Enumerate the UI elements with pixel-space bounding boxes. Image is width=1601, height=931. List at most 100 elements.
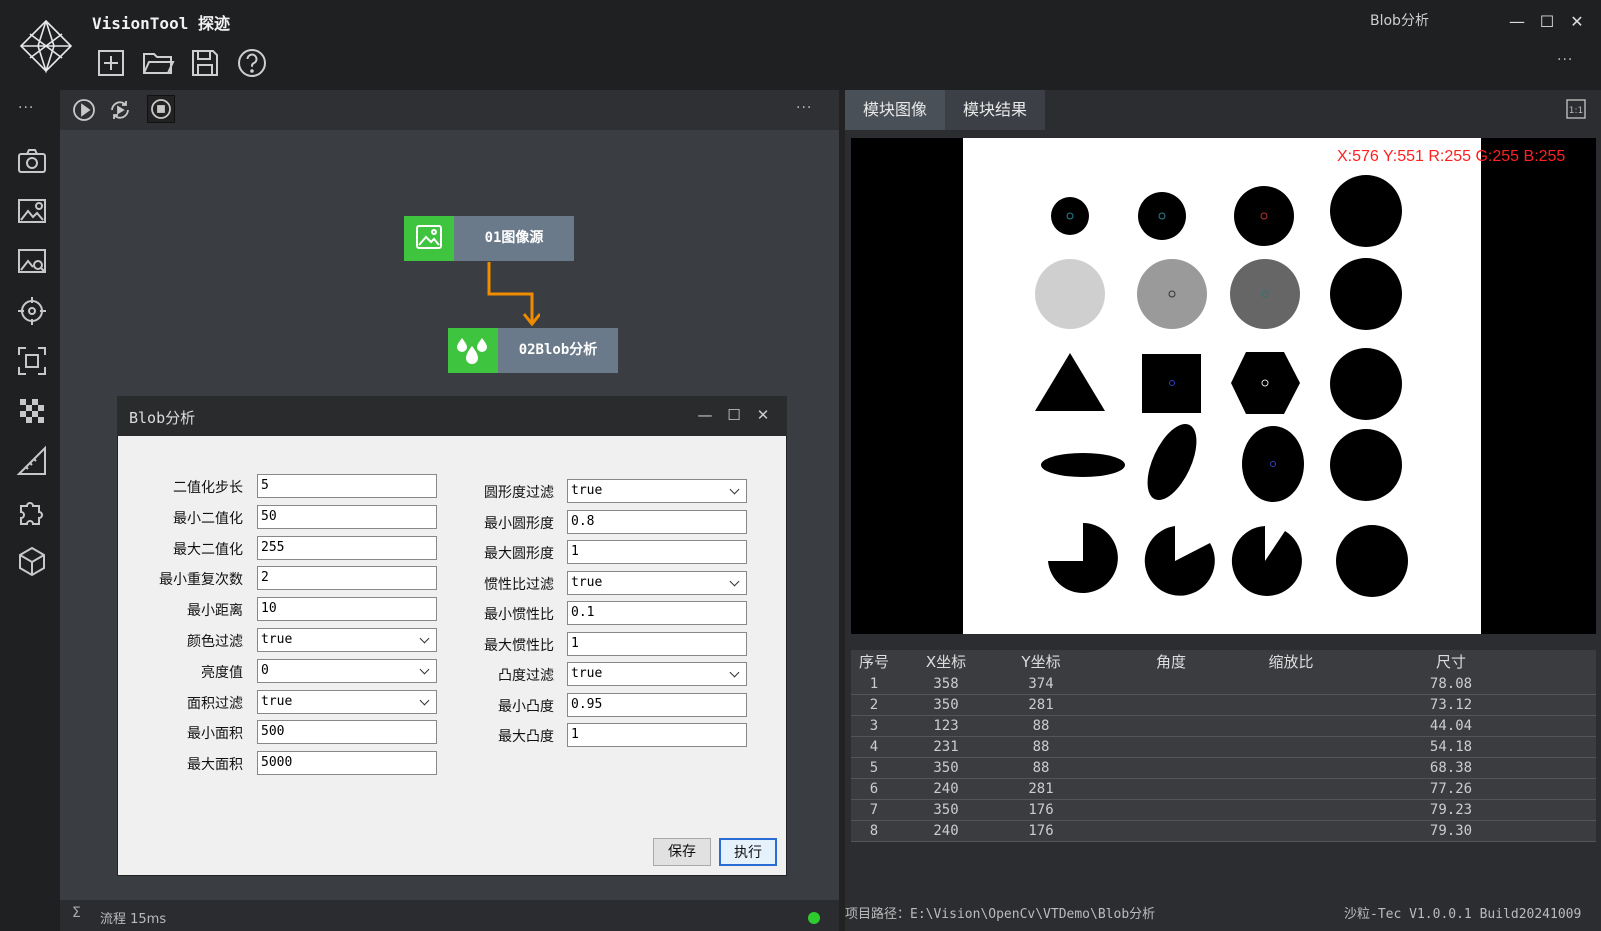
field-input[interactable]: 0.1 bbox=[567, 601, 747, 625]
table-cell: 240 bbox=[933, 781, 959, 797]
target-icon[interactable] bbox=[16, 295, 48, 327]
table-cell: 2 bbox=[869, 697, 879, 713]
camera-icon[interactable] bbox=[16, 145, 48, 177]
table-cell: 240 bbox=[933, 823, 959, 839]
table-cell: 123 bbox=[933, 718, 959, 734]
field-input[interactable]: 50 bbox=[257, 504, 437, 529]
field-input[interactable]: 500 bbox=[257, 720, 437, 745]
table-row[interactable]: 6 240 281 77.26 bbox=[851, 779, 1596, 800]
dialog-title-bar[interactable] bbox=[117, 396, 787, 436]
image-source-node-icon[interactable] bbox=[404, 216, 454, 261]
cube-icon[interactable] bbox=[16, 545, 48, 577]
flow-toolbar bbox=[60, 90, 839, 130]
table-cell: 1 bbox=[869, 676, 879, 692]
focus-icon[interactable] bbox=[16, 345, 48, 377]
flow-node-image-source[interactable]: 01图像源 bbox=[454, 216, 574, 261]
field-label: 最小圆形度 bbox=[484, 515, 554, 532]
field-label: 颜色过滤 bbox=[187, 634, 243, 650]
table-row[interactable]: 1 358 374 78.08 bbox=[851, 674, 1596, 695]
table-header: 序号 X坐标 Y坐标 角度 缩放比 尺寸 bbox=[851, 650, 1596, 674]
field-label: 最小面积 bbox=[187, 726, 243, 743]
field-label: 最大凸度 bbox=[498, 729, 554, 745]
status-indicator bbox=[808, 912, 820, 924]
field-input[interactable]: 1 bbox=[567, 540, 747, 564]
table-row[interactable]: 4 231 88 54.18 bbox=[851, 737, 1596, 758]
maximize-icon[interactable]: ☐ bbox=[1535, 12, 1559, 32]
flow-status-bar bbox=[60, 900, 839, 931]
run-loop-icon[interactable] bbox=[108, 98, 132, 122]
flow-node-blob-analysis[interactable]: 02Blob分析 bbox=[498, 328, 618, 373]
calibration-icon[interactable] bbox=[16, 395, 48, 427]
field-label: 惯性比过滤 bbox=[484, 576, 554, 593]
table-cell: 6 bbox=[869, 781, 879, 797]
tab-module-image[interactable]: 模块图像 bbox=[845, 90, 945, 130]
actual-size-icon[interactable]: 1:1 bbox=[1565, 98, 1587, 120]
table-cell: 374 bbox=[1028, 676, 1054, 692]
results-table: 序号 X坐标 Y坐标 角度 缩放比 尺寸 1 358 374 78.08 2 350 281… bbox=[851, 650, 1596, 895]
field-input[interactable]: 5 bbox=[257, 474, 437, 498]
table-row[interactable]: 8 240 176 79.30 bbox=[851, 821, 1596, 842]
save-button[interactable]: 保存 bbox=[653, 838, 711, 866]
image-settings-icon[interactable] bbox=[16, 195, 48, 227]
field-select[interactable]: 0 bbox=[257, 658, 437, 683]
table-cell: 73.12 bbox=[1429, 697, 1473, 713]
column-header: 缩放比 bbox=[1268, 653, 1314, 671]
blob-test-image bbox=[963, 138, 1481, 634]
table-row[interactable]: 2 350 281 73.12 bbox=[851, 695, 1596, 716]
new-file-icon[interactable] bbox=[94, 46, 128, 80]
column-header: X坐标 bbox=[925, 653, 967, 671]
field-label: 面积过滤 bbox=[187, 695, 243, 712]
dialog-close-icon[interactable]: ✕ bbox=[752, 404, 774, 426]
table-row[interactable]: 5 350 88 68.38 bbox=[851, 758, 1596, 779]
field-input[interactable]: 255 bbox=[257, 535, 437, 560]
field-select[interactable]: true bbox=[257, 628, 437, 652]
field-input[interactable]: 10 bbox=[257, 597, 437, 622]
table-cell: 79.30 bbox=[1429, 823, 1473, 839]
field-input[interactable]: 5000 bbox=[257, 751, 437, 776]
run-button[interactable]: 执行 bbox=[719, 838, 777, 866]
minimize-icon[interactable]: — bbox=[1505, 12, 1529, 32]
field-select[interactable]: true bbox=[567, 479, 747, 503]
run-once-icon[interactable] bbox=[72, 98, 96, 122]
table-cell: 358 bbox=[933, 676, 959, 692]
stop-button[interactable] bbox=[147, 95, 175, 123]
flow-more-icon[interactable]: ··· bbox=[796, 100, 812, 116]
dialog-maximize-icon[interactable]: ☐ bbox=[723, 404, 745, 426]
field-select[interactable]: true bbox=[567, 570, 747, 595]
open-folder-icon[interactable] bbox=[141, 46, 175, 80]
table-cell: 281 bbox=[1028, 697, 1054, 713]
flow-connector bbox=[487, 262, 540, 327]
blob-node-icon[interactable] bbox=[448, 328, 498, 373]
save-icon[interactable] bbox=[188, 46, 222, 80]
table-row[interactable]: 7 350 176 79.23 bbox=[851, 800, 1596, 821]
table-cell: 350 bbox=[933, 760, 959, 776]
field-label: 最小惯性比 bbox=[484, 607, 554, 623]
sigma-icon: Σ bbox=[72, 905, 81, 921]
help-icon[interactable] bbox=[235, 46, 269, 80]
plugin-icon[interactable] bbox=[16, 495, 48, 527]
tab-module-result[interactable]: 模块结果 bbox=[945, 90, 1045, 130]
table-cell: 68.38 bbox=[1429, 760, 1473, 776]
table-cell: 79.23 bbox=[1429, 802, 1473, 818]
close-icon[interactable]: ✕ bbox=[1565, 12, 1589, 32]
table-cell: 88 bbox=[1032, 718, 1050, 734]
field-input[interactable]: 1 bbox=[567, 723, 747, 747]
table-row[interactable]: 3 123 88 44.04 bbox=[851, 716, 1596, 737]
measure-icon[interactable] bbox=[16, 445, 48, 477]
field-input[interactable]: 1 bbox=[567, 631, 747, 656]
dialog-minimize-icon[interactable]: — bbox=[694, 404, 716, 426]
field-input[interactable]: 2 bbox=[257, 566, 437, 591]
field-input[interactable]: 0.8 bbox=[567, 509, 747, 534]
field-label: 最小距离 bbox=[187, 603, 243, 620]
image-search-icon[interactable] bbox=[16, 245, 48, 277]
field-select[interactable]: true bbox=[257, 689, 437, 714]
version-label: 沙粒-Tec V1.0.0.1 Build20241009 bbox=[1344, 907, 1582, 922]
field-label: 最大二值化 bbox=[173, 541, 243, 558]
field-label: 二值化步长 bbox=[173, 480, 243, 496]
column-header: Y坐标 bbox=[1021, 653, 1061, 671]
field-input[interactable]: 0.95 bbox=[567, 692, 747, 717]
field-select[interactable]: true bbox=[567, 662, 747, 686]
table-cell: 7 bbox=[869, 802, 879, 818]
sidebar-more-icon[interactable]: ··· bbox=[18, 100, 34, 116]
more-icon[interactable]: ··· bbox=[1557, 52, 1573, 68]
